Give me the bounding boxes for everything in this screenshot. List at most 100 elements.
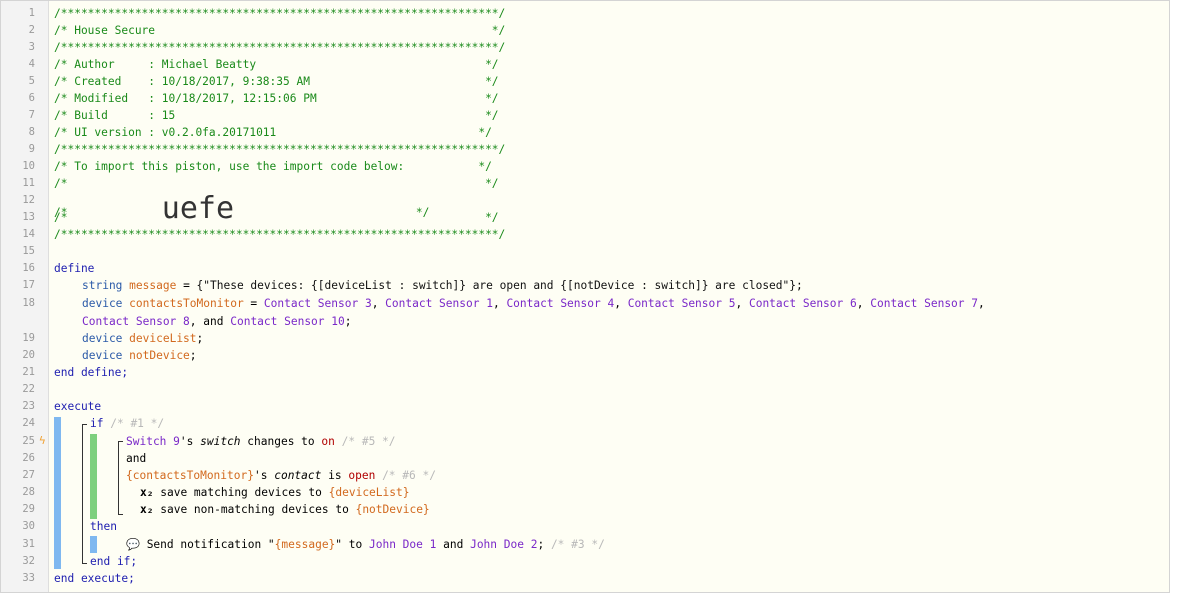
line-number: 29	[22, 503, 35, 515]
define-keyword[interactable]: define	[54, 260, 94, 277]
semicolon: ;	[537, 538, 545, 551]
end-if-keyword[interactable]: end if;	[90, 553, 137, 570]
line-number: 12	[22, 194, 35, 206]
created-line: /* Created : 10/18/2017, 9:38:35 AM */	[54, 75, 499, 88]
import-code-line: /* uefe */	[54, 192, 429, 224]
then-keyword[interactable]: then	[90, 518, 117, 535]
author-line: /* Author : Michael Beatty */	[54, 58, 499, 71]
line-number: 14	[22, 228, 35, 240]
line-number: 27	[22, 469, 35, 481]
header-stars: /***************************************…	[54, 143, 506, 156]
line-number: 32	[22, 555, 35, 567]
line-number: 22	[22, 383, 35, 395]
execute-keyword[interactable]: execute	[54, 398, 101, 415]
variable-not-device: notDevice	[129, 349, 190, 362]
action-block-bar[interactable]	[90, 536, 97, 553]
line-number: 16	[22, 262, 35, 274]
attribute-name: contact	[274, 469, 322, 482]
variable-icon: x₂	[140, 486, 154, 499]
end-execute-keyword[interactable]: end execute;	[54, 570, 135, 587]
line-number: 33	[22, 572, 35, 584]
line-number: 5	[28, 75, 35, 87]
device-name: Contact Sensor 1	[385, 297, 493, 310]
line-number: 25	[22, 435, 35, 447]
header-stars: /***************************************…	[54, 7, 506, 20]
line-number: 6	[28, 92, 35, 104]
possessive: 's	[179, 435, 194, 448]
variable-device-list: deviceList	[129, 332, 197, 345]
if-block-bar[interactable]	[54, 417, 61, 569]
line-number: 30	[22, 520, 35, 532]
message-value: {"These devices: {[deviceList : switch]}…	[196, 279, 797, 292]
type-device: device	[82, 297, 123, 310]
and-operator[interactable]: and	[126, 450, 146, 467]
line-number: 9	[28, 143, 35, 155]
end-define-keyword[interactable]: end define;	[54, 364, 128, 381]
notification-action[interactable]: 💬 Send notification "{message}" to John …	[126, 536, 605, 553]
comparison-value: open	[348, 469, 376, 482]
statement-comment: /* #5 */	[341, 435, 396, 448]
line-number: 3	[28, 41, 35, 53]
if-bracket	[82, 424, 87, 564]
line-number: 11	[22, 177, 35, 189]
statement-comment: /* #6 */	[382, 469, 436, 482]
line-number: 10	[22, 160, 35, 172]
line-number: 20	[22, 349, 35, 361]
attribute-name: switch	[200, 435, 241, 448]
line-number: 21	[22, 366, 35, 378]
define-message-statement[interactable]: string message = {"These devices: {[devi…	[82, 277, 803, 294]
line-number: 7	[28, 109, 35, 121]
line-number: 1	[28, 7, 35, 19]
define-contacts-statement[interactable]: device contactsToMonitor = Contact Senso…	[82, 295, 985, 312]
save-matching-line[interactable]: x₂ save matching devices to {deviceList}	[140, 484, 409, 501]
variable-icon: x₂	[140, 503, 154, 516]
line-number: 26	[22, 452, 35, 464]
and-word: and	[443, 538, 464, 551]
line-number: 8	[28, 126, 35, 138]
condition-block-bar[interactable]	[90, 434, 97, 519]
define-device-list-statement[interactable]: device deviceList;	[82, 330, 203, 347]
piston-title: /* House Secure */	[54, 24, 506, 37]
line-number: 19	[22, 332, 35, 344]
device-name: Contact Sensor 8	[82, 315, 190, 328]
possessive: 's	[253, 469, 268, 482]
save-nonmatching-line[interactable]: x₂ save non-matching devices to {notDevi…	[140, 501, 430, 518]
save-text: save matching devices to	[160, 486, 322, 499]
device-name: Contact Sensor 4	[506, 297, 615, 310]
line-number: 24	[22, 417, 35, 429]
line-number: 13	[22, 211, 35, 223]
variable-contacts-to-monitor: contactsToMonitor	[129, 297, 244, 310]
contact-condition[interactable]: {contactsToMonitor}'s contact is open /*…	[126, 467, 436, 484]
header-stars: /***************************************…	[54, 228, 506, 241]
device-name: Contact Sensor 5	[627, 297, 736, 310]
trigger-bolt-icon: ϟ	[39, 434, 46, 447]
line-number: 17	[22, 279, 35, 291]
and-word: and	[203, 315, 224, 328]
if-statement[interactable]: if /* #1 */	[90, 415, 164, 432]
line-number: 23	[22, 400, 35, 412]
line-number: 31	[22, 538, 35, 550]
code-editor[interactable]: 1 2 3 4 5 6 7 8 9 10 11 12 13 14 15 16 17 18 19 20 21 22 23 24 2…	[0, 0, 1170, 593]
device-name: Contact Sensor 7	[870, 297, 979, 310]
modified-line: /* Modified : 10/18/2017, 12:15:06 PM */	[54, 92, 499, 105]
notify-to: " to	[335, 538, 363, 551]
variable-ref: {notDevice}	[355, 503, 430, 516]
type-string: string	[82, 279, 123, 292]
line-number: 15	[22, 245, 35, 257]
header-blank-line: /* */	[54, 211, 499, 224]
contact-name: John Doe 1	[369, 538, 437, 551]
define-not-device-statement[interactable]: device notDevice;	[82, 347, 197, 364]
device-name: Contact Sensor 10	[230, 315, 345, 328]
notify-text: Send notification "	[146, 538, 275, 551]
device-name: Contact Sensor 6	[748, 297, 857, 310]
ui-version-line: /* UI version : v0.2.0fa.20171011 */	[54, 126, 492, 139]
line-number: 18	[22, 297, 35, 309]
variable-ref: {message}	[274, 538, 336, 551]
define-contacts-continued[interactable]: Contact Sensor 8, and Contact Sensor 10;	[82, 313, 352, 330]
variable-ref: {deviceList}	[328, 486, 410, 499]
statement-comment: /* #1 */	[110, 417, 165, 430]
line-number-gutter: 1 2 3 4 5 6 7 8 9 10 11 12 13 14 15 16 17 18 19 20 21 22 23 24 2…	[1, 1, 49, 592]
switch-condition[interactable]: Switch 9's switch changes to on /* #5 */	[126, 433, 396, 450]
chat-bubble-icon: 💬	[126, 538, 140, 551]
header-blank-line: /* */	[54, 177, 499, 190]
